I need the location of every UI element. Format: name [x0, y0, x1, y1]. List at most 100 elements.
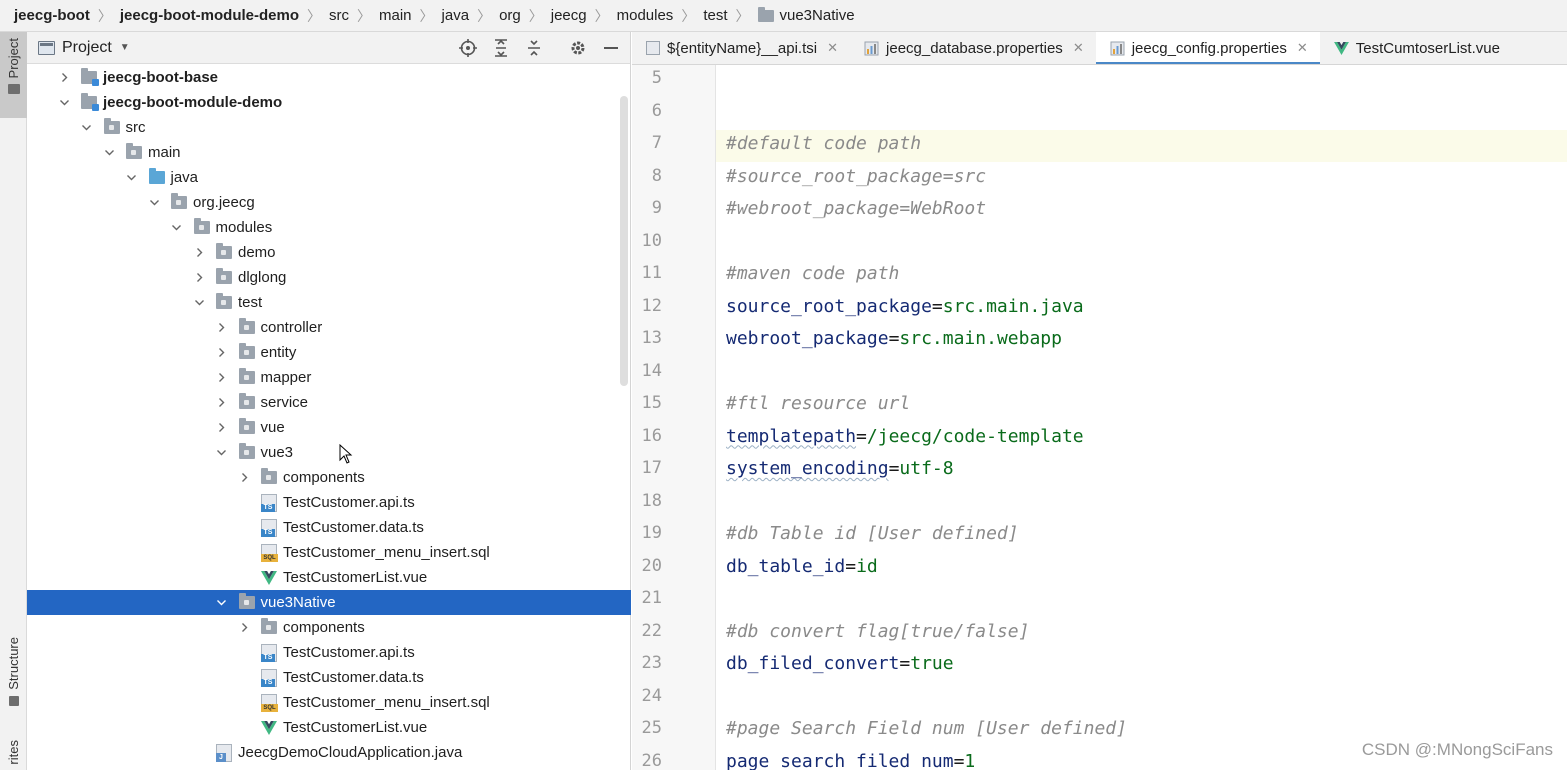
- line-number: 14: [641, 360, 662, 381]
- tree-folder-item[interactable]: src: [27, 115, 631, 140]
- chevron-down-icon[interactable]: [57, 96, 71, 110]
- gear-icon[interactable]: [567, 37, 589, 59]
- breadcrumb-separator-icon: 〉: [419, 7, 434, 24]
- line-number: 24: [641, 685, 662, 706]
- tree-file-item[interactable]: TestCustomer.data.ts: [27, 515, 631, 540]
- close-icon[interactable]: ✕: [1073, 40, 1084, 56]
- chevron-down-icon[interactable]: [147, 196, 161, 210]
- tree-folder-item[interactable]: dlglong: [27, 265, 631, 290]
- tree-item-label: jeecg-boot-base: [103, 69, 219, 86]
- property-value: src.main.webapp: [899, 328, 1062, 349]
- breadcrumb-item[interactable]: src: [329, 7, 349, 24]
- chevron-right-icon[interactable]: [215, 396, 229, 410]
- chevron-right-icon[interactable]: [215, 371, 229, 385]
- property-value: utf-8: [899, 458, 954, 479]
- tree-file-item[interactable]: TestCustomer_menu_insert.sql: [27, 690, 631, 715]
- code-line: system_encoding=utf-8: [726, 458, 954, 479]
- minimize-icon[interactable]: [600, 37, 622, 59]
- tree-folder-item[interactable]: jeecg-boot-base: [27, 65, 631, 90]
- tree-file-item[interactable]: TestCustomer.data.ts: [27, 665, 631, 690]
- breadcrumb-item[interactable]: jeecg-boot: [14, 7, 90, 24]
- breadcrumb-item[interactable]: jeecg-boot-module-demo: [120, 7, 299, 24]
- editor-tab[interactable]: jeecg_config.properties ✕: [1095, 32, 1320, 64]
- chevron-down-icon[interactable]: [80, 121, 94, 135]
- chevron-right-icon[interactable]: [57, 71, 71, 85]
- tree-folder-item[interactable]: entity: [27, 340, 631, 365]
- properties-file-icon: [864, 41, 879, 56]
- folder-icon: [216, 293, 232, 309]
- tree-folder-item[interactable]: jeecg-boot-module-demo: [27, 90, 631, 115]
- tree-folder-item[interactable]: controller: [27, 315, 631, 340]
- property-key: templatepath: [726, 425, 857, 447]
- tree-folder-item[interactable]: vue: [27, 415, 631, 440]
- tree-folder-item[interactable]: mapper: [27, 365, 631, 390]
- tree-folder-item[interactable]: demo: [27, 240, 631, 265]
- tree-file-item[interactable]: TestCustomer_menu_insert.sql: [27, 540, 631, 565]
- breadcrumb-item[interactable]: modules: [617, 7, 674, 24]
- code-line: webroot_package=src.main.webapp: [726, 328, 1062, 349]
- tree-folder-item[interactable]: components: [27, 615, 631, 640]
- chevron-down-icon[interactable]: [102, 146, 116, 160]
- code-view[interactable]: #default code path #source_root_package=s…: [726, 65, 1566, 770]
- breadcrumb-item[interactable]: java: [442, 7, 470, 24]
- breadcrumb-separator-icon: 〉: [97, 7, 112, 24]
- expand-all-icon[interactable]: [490, 37, 512, 59]
- code-line: page_search_filed_num=1: [726, 751, 975, 770]
- tree-folder-item[interactable]: modules: [27, 215, 631, 240]
- chevron-right-icon[interactable]: [192, 246, 206, 260]
- chevron-down-icon[interactable]: ▼: [120, 42, 130, 53]
- breadcrumb-item[interactable]: org: [499, 7, 521, 24]
- code-line: db_table_id=id: [726, 556, 878, 577]
- code-line: #webroot_package=WebRoot: [726, 198, 986, 219]
- tree-item-label: TestCustomer_menu_insert.sql: [283, 544, 490, 561]
- folder-icon: [193, 218, 210, 234]
- tree-folder-item[interactable]: java: [27, 165, 631, 190]
- chevron-right-icon[interactable]: [215, 346, 229, 360]
- close-icon[interactable]: ✕: [1297, 40, 1308, 56]
- watermark-text: CSDN @:MNongSciFans: [1361, 740, 1553, 760]
- locate-icon[interactable]: [457, 37, 479, 59]
- tree-scrollbar[interactable]: [620, 96, 628, 386]
- breadcrumb-item[interactable]: jeecg: [551, 7, 587, 24]
- chevron-down-icon[interactable]: [125, 171, 139, 185]
- tree-folder-item[interactable]: main: [27, 140, 631, 165]
- tree-item-label: java: [170, 169, 199, 186]
- chevron-right-icon[interactable]: [215, 421, 229, 435]
- chevron-right-icon[interactable]: [192, 271, 206, 285]
- chevron-down-icon[interactable]: [192, 296, 206, 310]
- tree-item-label: TestCustomer_menu_insert.sql: [283, 694, 490, 711]
- tree-folder-item[interactable]: test: [27, 290, 631, 315]
- tree-file-item[interactable]: TestCustomerList.vue: [27, 715, 631, 740]
- breadcrumb-item[interactable]: test: [703, 7, 727, 24]
- chevron-right-icon[interactable]: [215, 321, 229, 335]
- editor-tab[interactable]: TestCumtoserList.vue: [1320, 32, 1512, 64]
- tree-file-item[interactable]: TestCustomer.api.ts: [27, 490, 631, 515]
- folder-icon: [261, 468, 277, 484]
- tree-folder-item[interactable]: service: [27, 390, 631, 415]
- breadcrumb-item[interactable]: main: [379, 7, 412, 24]
- collapse-all-icon[interactable]: [523, 37, 545, 59]
- editor-tab[interactable]: jeecg_database.properties ✕: [850, 32, 1096, 64]
- close-icon[interactable]: ✕: [827, 40, 838, 56]
- chevron-down-icon[interactable]: [215, 596, 229, 610]
- favorites-tool-tab[interactable]: rites: [0, 740, 27, 770]
- chevron-down-icon[interactable]: [170, 221, 184, 235]
- tree-file-item[interactable]: TestCustomer.api.ts: [27, 640, 631, 665]
- project-view-selector[interactable]: Project: [62, 39, 112, 57]
- chevron-right-icon[interactable]: [237, 471, 251, 485]
- tree-file-item[interactable]: TestCustomerList.vue: [27, 565, 631, 590]
- code-comment: #maven code path: [726, 263, 900, 284]
- structure-tool-tab[interactable]: Structure: [0, 637, 27, 727]
- tree-folder-item[interactable]: components: [27, 465, 631, 490]
- tree-folder-item[interactable]: vue3Native: [27, 590, 631, 615]
- tree-folder-item[interactable]: org.jeecg: [27, 190, 631, 215]
- breadcrumb-item[interactable]: vue3Native: [757, 6, 855, 24]
- tree-file-item[interactable]: JeecgDemoCloudApplication.java: [27, 740, 631, 765]
- project-tool-tab[interactable]: Project: [0, 32, 27, 118]
- editor-tab[interactable]: ${entityName}__api.tsi ✕: [632, 32, 850, 64]
- chevron-right-icon[interactable]: [237, 621, 251, 635]
- line-number: 5: [651, 68, 662, 88]
- chevron-down-icon[interactable]: [215, 446, 229, 460]
- property-key: db_filed_convert: [726, 653, 900, 674]
- tree-folder-item[interactable]: vue3: [27, 440, 631, 465]
